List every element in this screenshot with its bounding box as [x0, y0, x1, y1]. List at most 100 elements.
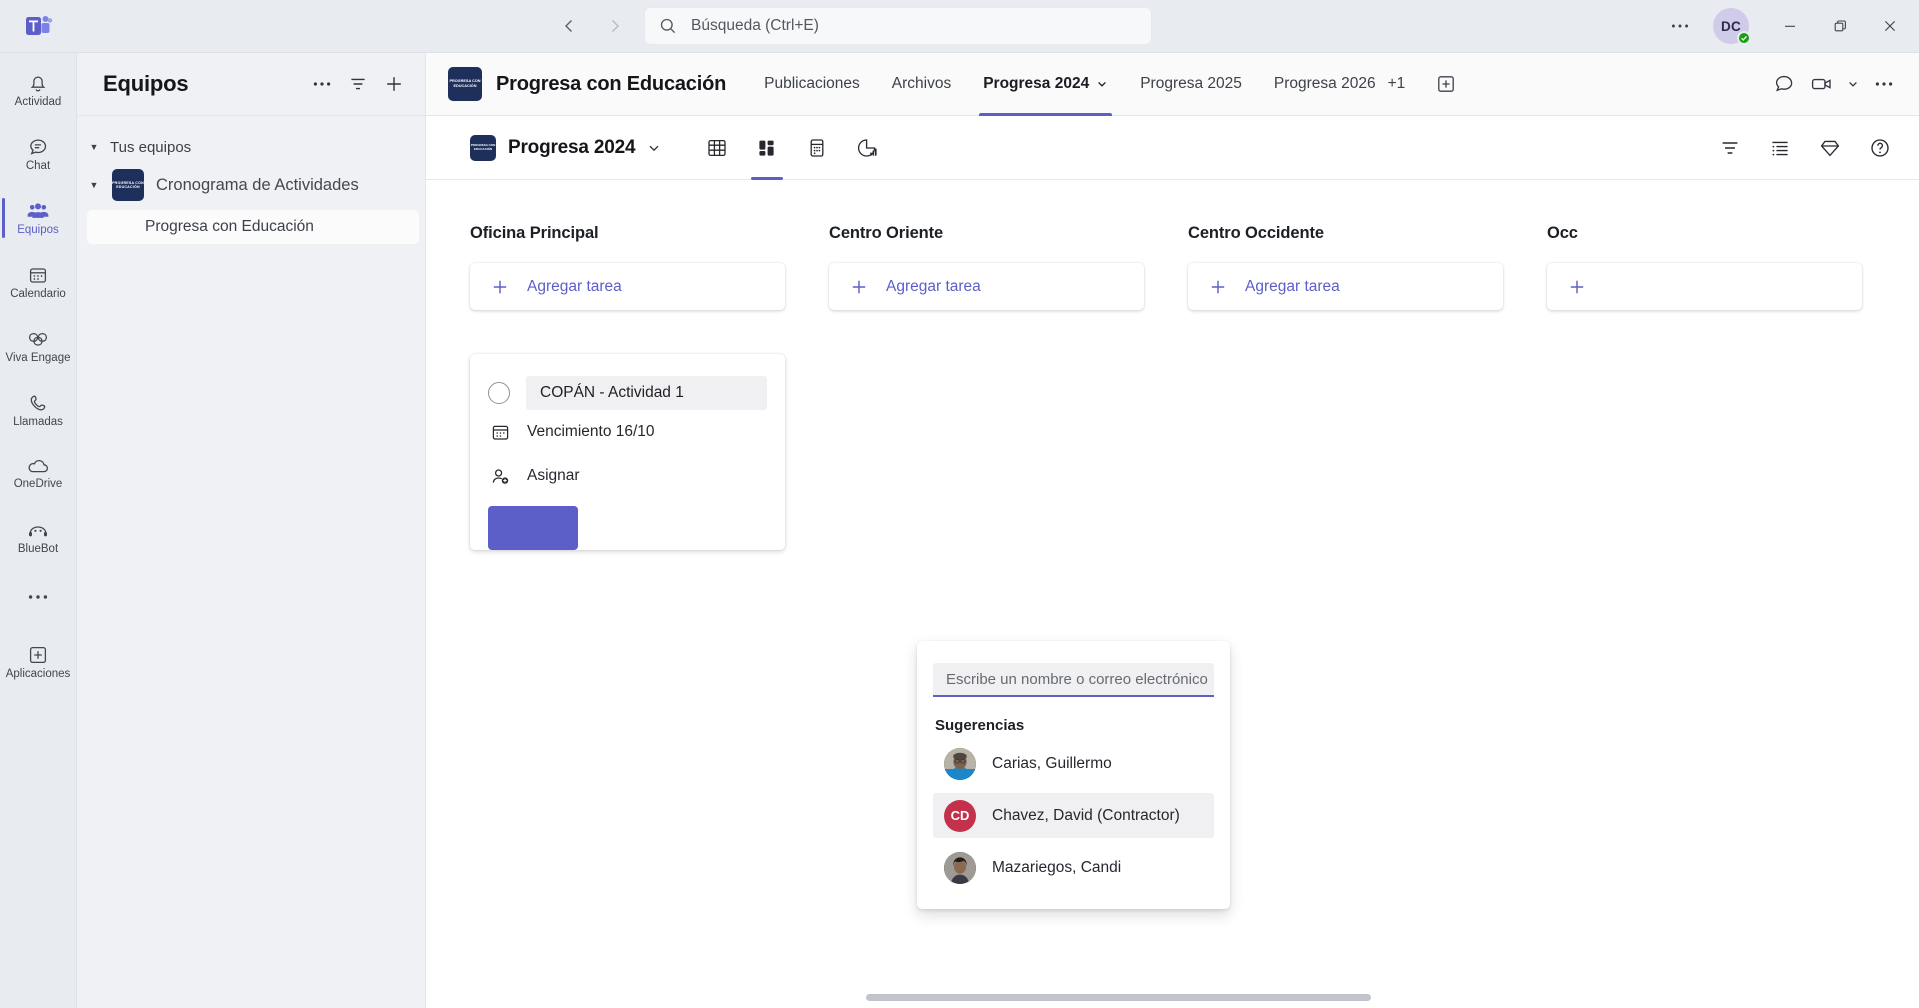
filter-icon[interactable] [1713, 131, 1747, 165]
team-name-label: Cronograma de Actividades [156, 175, 359, 194]
sidebar-item-chat[interactable]: Chat [2, 123, 74, 185]
tab-progresa-2026[interactable]: Progresa 2026 [1258, 53, 1382, 116]
restore-button[interactable] [1817, 8, 1863, 44]
avatar[interactable]: DC [1713, 8, 1751, 45]
sidebar-item-llamadas[interactable]: Llamadas [2, 379, 74, 441]
teams-more-options-button[interactable] [305, 67, 339, 101]
settings-and-more-button[interactable] [1659, 9, 1701, 43]
back-button[interactable] [554, 11, 584, 41]
people-search-input[interactable]: Escribe un nombre o correo electrónico [933, 663, 1214, 697]
planner-board: Oficina Principal Agregar tarea COPÁN - … [426, 180, 1919, 1008]
list-item-mazariegos-candi[interactable]: Mazariegos, Candi [933, 845, 1214, 890]
save-task-button[interactable] [488, 506, 578, 550]
main-content: PROGRESA CON EDUCACIÓN Progresa con Educ… [425, 52, 1919, 1008]
tab-label: Archivos [891, 75, 952, 92]
bucket-title: Centro Oriente [829, 224, 944, 242]
planner-toolbar-actions [1713, 131, 1897, 165]
tab-publicaciones[interactable]: Publicaciones [748, 53, 876, 116]
channel-more-options-button[interactable] [1867, 67, 1901, 101]
plus-icon [1568, 278, 1586, 296]
person-name: Carias, Guillermo [992, 754, 1112, 772]
tab-progresa-2025[interactable]: Progresa 2025 [1124, 53, 1258, 116]
sidebar-item-viva-engage[interactable]: Viva Engage [2, 315, 74, 377]
presence-available-icon [1737, 31, 1751, 45]
add-task-button[interactable]: Agregar tarea [470, 263, 785, 310]
list-item-chavez-david[interactable]: CD Chavez, David (Contractor) [933, 793, 1214, 838]
teams-logo-icon [0, 11, 76, 41]
tab-overflow-count[interactable]: +1 [1382, 53, 1422, 116]
search-placeholder: Búsqueda (Ctrl+E) [691, 17, 819, 34]
new-task-card: COPÁN - Actividad 1 Vencimiento 16/10 As… [470, 354, 785, 550]
group-by-icon[interactable] [1763, 131, 1797, 165]
task-assign-row[interactable]: Asignar [488, 454, 767, 498]
horizontal-scrollbar[interactable] [426, 986, 1919, 1008]
plan-logo-line2: EDUCACIÓN [473, 146, 493, 151]
chevron-down-icon[interactable] [1843, 67, 1863, 101]
add-task-button[interactable] [1547, 263, 1862, 310]
add-tab-icon[interactable] [1431, 69, 1461, 99]
channel-item-progresa-con-educacion[interactable]: Progresa con Educación [87, 210, 419, 244]
chat-bubble-icon[interactable] [1767, 67, 1801, 101]
calendar-icon [490, 423, 510, 442]
plan-name: Progresa 2024 [508, 136, 636, 158]
sidebar-item-label: Calendario [10, 287, 66, 300]
task-due-row[interactable]: Vencimiento 16/10 [488, 410, 767, 454]
your-teams-section[interactable]: ▼ Tus equipos [77, 132, 425, 162]
add-task-button[interactable]: Agregar tarea [1188, 263, 1503, 310]
teams-pane-actions [305, 67, 411, 101]
sidebar-item-calendario[interactable]: Calendario [2, 251, 74, 313]
tab-label: Publicaciones [764, 75, 860, 92]
sidebar-item-bluebot[interactable]: BlueBot [2, 507, 74, 569]
sidebar-item-aplicaciones[interactable]: Aplicaciones [2, 631, 74, 693]
charts-view-icon[interactable] [845, 126, 889, 170]
channel-name-label: Progresa con Educación [145, 218, 314, 235]
video-camera-icon[interactable] [1805, 67, 1839, 101]
forward-button[interactable] [600, 11, 630, 41]
close-button[interactable] [1867, 8, 1913, 44]
avatar [944, 851, 976, 884]
tab-archivos[interactable]: Archivos [876, 53, 967, 116]
your-teams-label: Tus equipos [110, 138, 192, 156]
search-input[interactable]: Búsqueda (Ctrl+E) [644, 7, 1152, 45]
avatar [944, 747, 976, 780]
add-task-label: Agregar tarea [886, 277, 981, 295]
minimize-button[interactable] [1767, 8, 1813, 44]
schedule-view-icon[interactable] [795, 126, 839, 170]
tab-progresa-2024[interactable]: Progresa 2024 [967, 53, 1124, 116]
add-task-button[interactable]: Agregar tarea [829, 263, 1144, 310]
people-picker-flyout: Escribe un nombre o correo electrónico S… [917, 641, 1230, 909]
calendar-icon [27, 264, 49, 286]
scrollbar-thumb[interactable] [866, 993, 1371, 1001]
join-or-create-team-button[interactable] [377, 67, 411, 101]
nav-buttons [554, 11, 630, 41]
channel-tabs: Publicaciones Archivos Progresa 2024 Pro… [748, 53, 1461, 116]
task-title-input[interactable]: COPÁN - Actividad 1 [526, 376, 767, 410]
new-task-title-row: COPÁN - Actividad 1 [488, 376, 767, 410]
sidebar-item-equipos[interactable]: Equipos [2, 187, 74, 249]
chevron-down-icon[interactable]: ▼ [88, 180, 100, 190]
more-apps-button[interactable] [28, 571, 48, 623]
tab-label: Progresa 2025 [1140, 75, 1242, 92]
filter-icon[interactable] [341, 67, 375, 101]
planner-toolbar: PROGRESA CON EDUCACIÓN Progresa 2024 [426, 116, 1919, 180]
add-task-label: Agregar tarea [527, 277, 622, 295]
task-circle-icon[interactable] [488, 382, 510, 404]
bucket-oficina-principal: Oficina Principal Agregar tarea COPÁN - … [470, 224, 785, 1008]
list-item-carias-guillermo[interactable]: Carias, Guillermo [933, 741, 1214, 786]
tab-label: Progresa 2026 [1273, 75, 1376, 92]
sidebar-item-onedrive[interactable]: OneDrive [2, 443, 74, 505]
team-item-cronograma[interactable]: ▼ PROGRESA CON EDUCACIÓN Cronograma de A… [77, 166, 425, 204]
cloud-icon [26, 458, 50, 476]
plan-menu-chevron-down-icon[interactable] [647, 141, 661, 155]
help-icon[interactable] [1863, 131, 1897, 165]
team-logo-line2: EDUCACIÓN [116, 185, 140, 189]
sidebar-item-label: OneDrive [13, 477, 63, 490]
sidebar-item-actividad[interactable]: Actividad [2, 59, 74, 121]
plan-avatar: PROGRESA CON EDUCACIÓN [470, 134, 496, 161]
teams-pane: Equipos ▼ Tus equipos ▼ PROGRESA CON EDU… [76, 52, 425, 1008]
teams-list: ▼ Tus equipos ▼ PROGRESA CON EDUCACIÓN C… [77, 116, 425, 244]
grid-view-icon[interactable] [695, 126, 739, 170]
premium-diamond-icon[interactable] [1813, 131, 1847, 165]
board-view-icon[interactable] [745, 126, 789, 180]
chevron-down-icon[interactable] [1096, 78, 1108, 90]
